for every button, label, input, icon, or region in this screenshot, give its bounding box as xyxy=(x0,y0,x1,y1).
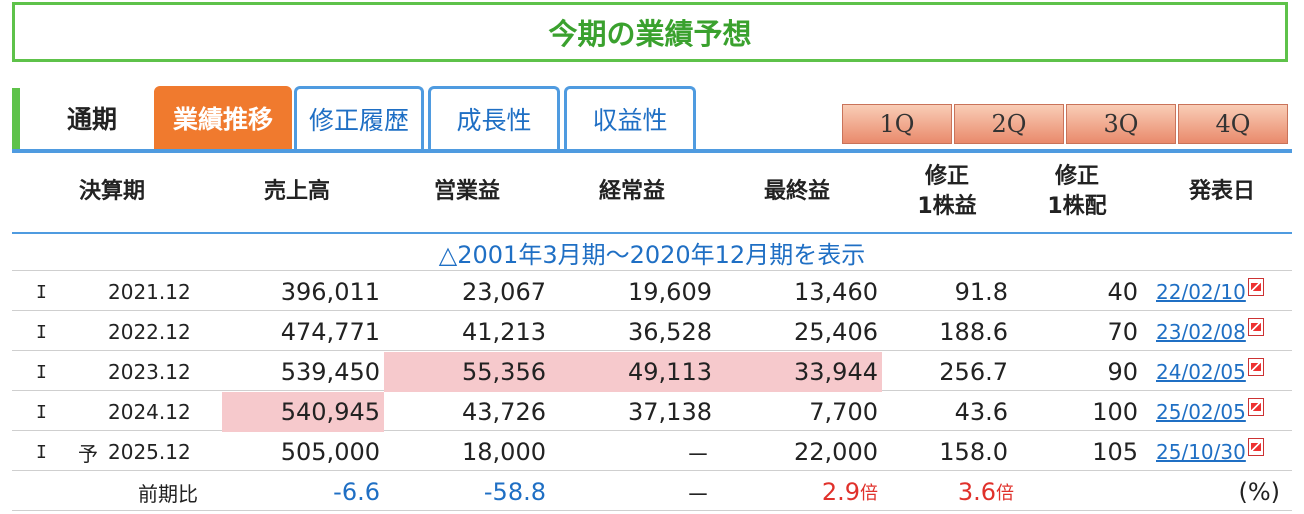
forecast-mark: 予 xyxy=(78,441,98,466)
accent-bar xyxy=(12,88,20,150)
tab-profitability[interactable]: 収益性 xyxy=(564,86,696,149)
quarter-button-4q[interactable]: 4Q xyxy=(1178,104,1288,144)
table-row: I 2023.12 539,450 55,356 49,113 33,944 2… xyxy=(12,352,1292,392)
ordinary-profit: 36,528 xyxy=(628,318,712,346)
tab-bar: 通期 業績推移 修正履歴 成長性 収益性 1Q 2Q 3Q 4Q xyxy=(12,86,1292,153)
tab-growth[interactable]: 成長性 xyxy=(428,86,560,149)
period: 2022.12 xyxy=(108,320,191,344)
net-profit: 22,000 xyxy=(794,438,878,466)
sales: 505,000 xyxy=(280,438,380,466)
sales: 396,011 xyxy=(280,278,380,306)
eps-change: 3.6 倍 xyxy=(882,472,1018,512)
ordinary-profit: － xyxy=(686,440,710,469)
forecast-mark xyxy=(74,392,104,432)
pdf-icon[interactable] xyxy=(1247,358,1264,376)
announce-date-link[interactable]: 23/02/08 xyxy=(1156,320,1246,344)
header-ordinary-profit: 経常益 xyxy=(598,179,665,204)
period: 2025.12 xyxy=(108,440,191,464)
table-row: I 予 2025.12 505,000 18,000 － 22,000 158.… xyxy=(12,432,1292,472)
row-divider xyxy=(12,270,1292,271)
operating-profit: 43,726 xyxy=(462,398,546,426)
announce-date-link[interactable]: 24/02/05 xyxy=(1156,360,1246,384)
header-sales: 売上高 xyxy=(263,179,330,204)
operating-profit: 18,000 xyxy=(462,438,546,466)
forecast-mark xyxy=(74,312,104,352)
tab-revision-history[interactable]: 修正履歴 xyxy=(294,86,424,149)
quarter-button-2q[interactable]: 2Q xyxy=(954,104,1064,144)
quarter-button-3q[interactable]: 3Q xyxy=(1066,104,1176,144)
table-row: I 2022.12 474,771 41,213 36,528 25,406 1… xyxy=(12,312,1292,352)
sales: 474,771 xyxy=(280,318,380,346)
announce-date-link[interactable]: 22/02/10 xyxy=(1156,280,1246,304)
header-announce-date: 発表日 xyxy=(1188,179,1255,204)
announce-date-link[interactable]: 25/10/30 xyxy=(1156,440,1246,464)
header-dps: 修正 1株配 xyxy=(1047,164,1107,219)
unit-note: (%) xyxy=(1238,478,1280,506)
net-profit: 25,406 xyxy=(794,318,878,346)
header-period: 決算期 xyxy=(78,179,145,204)
period: 2024.12 xyxy=(108,400,191,424)
eps: 158.0 xyxy=(939,438,1008,466)
net-profit-change-unit: 倍 xyxy=(860,483,878,504)
tab-annual: 通期 xyxy=(66,104,117,134)
eps-change-value: 3.6 xyxy=(957,478,996,506)
period: 2021.12 xyxy=(108,280,191,304)
operating-profit-highlight: 55,356 xyxy=(384,352,550,392)
header-net-profit: 最終益 xyxy=(763,179,830,204)
table-header: 決算期 売上高 営業益 経常益 最終益 修正 1株益 修正 1株配 発表日 xyxy=(12,152,1292,232)
section-title: 今期の業績予想 xyxy=(12,2,1288,62)
dps: 40 xyxy=(1107,278,1138,306)
net-profit-highlight: 33,944 xyxy=(716,352,882,392)
header-eps: 修正 1株益 xyxy=(917,164,977,219)
tab-performance-trend[interactable]: 業績推移 xyxy=(154,86,292,149)
eps: 256.7 xyxy=(939,358,1008,386)
pdf-icon[interactable] xyxy=(1247,278,1264,296)
operating-profit: 23,067 xyxy=(462,278,546,306)
sales: 539,450 xyxy=(280,358,380,386)
eps: 188.6 xyxy=(939,318,1008,346)
pdf-icon[interactable] xyxy=(1247,398,1264,416)
operating-profit: 41,213 xyxy=(462,318,546,346)
header-operating-profit: 営業益 xyxy=(433,179,500,204)
ordinary-profit-highlight: 49,113 xyxy=(550,352,716,392)
ordinary-profit-change: － xyxy=(686,480,710,509)
eps: 91.8 xyxy=(954,278,1008,306)
account-type: I xyxy=(36,401,47,423)
pdf-icon[interactable] xyxy=(1247,318,1264,336)
account-type: I xyxy=(36,321,47,343)
comparison-label: 前期比 xyxy=(138,481,198,506)
net-profit: 13,460 xyxy=(794,278,878,306)
sales-change: -6.6 xyxy=(333,478,380,506)
account-type: I xyxy=(36,441,47,463)
ordinary-profit: 37,138 xyxy=(628,398,712,426)
announce-date-link[interactable]: 25/02/05 xyxy=(1156,400,1246,424)
eps: 43.6 xyxy=(954,398,1008,426)
dps: 70 xyxy=(1107,318,1138,346)
forecast-mark xyxy=(74,272,104,312)
dps: 105 xyxy=(1092,438,1138,466)
period: 2023.12 xyxy=(108,360,191,384)
net-profit-change: 2.9 倍 xyxy=(716,472,882,512)
dps: 100 xyxy=(1092,398,1138,426)
net-profit: 7,700 xyxy=(809,398,878,426)
table-row: I 2021.12 396,011 23,067 19,609 13,460 9… xyxy=(12,272,1292,312)
account-type: I xyxy=(36,281,47,303)
net-profit-change-value: 2.9 xyxy=(821,478,860,506)
forecast-mark xyxy=(74,352,104,392)
expand-history-link[interactable]: △2001年3月期〜2020年12月期を表示 xyxy=(12,234,1292,270)
pdf-icon[interactable] xyxy=(1247,438,1264,456)
account-type: I xyxy=(36,361,47,383)
sales-highlight: 540,945 xyxy=(222,392,384,432)
ordinary-profit: 19,609 xyxy=(628,278,712,306)
comparison-row: 前期比 -6.6 -58.8 － 2.9 倍 3.6 倍 (%) xyxy=(12,472,1292,512)
table-row: I 2024.12 540,945 43,726 37,138 7,700 43… xyxy=(12,392,1292,432)
eps-change-unit: 倍 xyxy=(996,483,1014,504)
dps: 90 xyxy=(1107,358,1138,386)
operating-profit-change: -58.8 xyxy=(483,478,546,506)
quarter-button-1q[interactable]: 1Q xyxy=(842,104,952,144)
